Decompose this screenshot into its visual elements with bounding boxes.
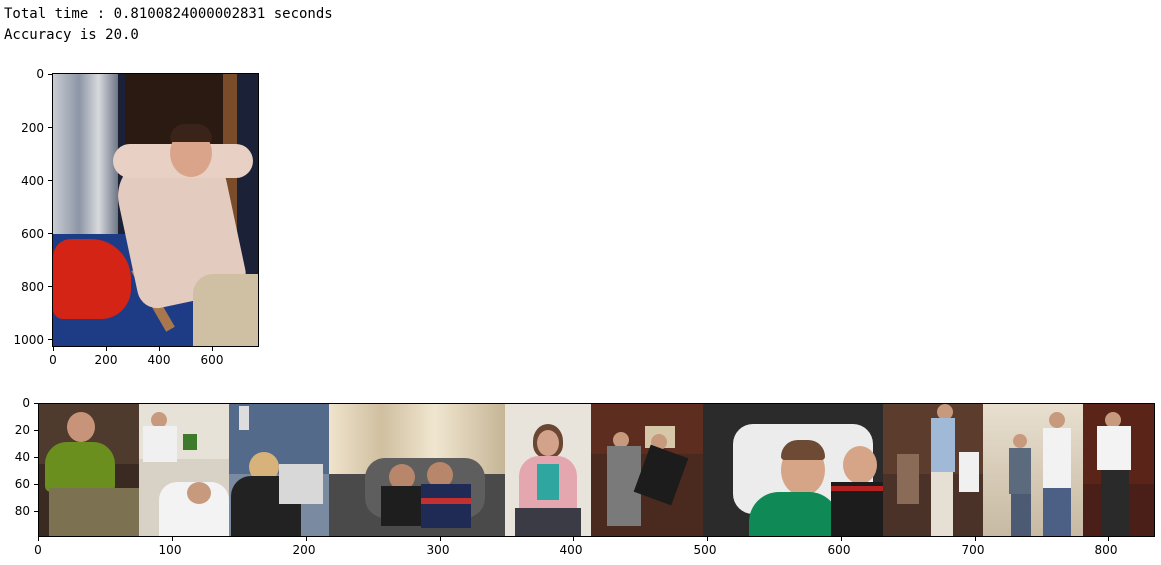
result-photo-2	[139, 404, 229, 536]
result-photo-8	[883, 404, 983, 536]
plot2-ytick-mark	[34, 430, 38, 431]
plot2-ytick-20: 20	[14, 423, 30, 437]
result-photo-4	[329, 404, 505, 536]
plot2-xtick-mark	[306, 537, 307, 541]
plot1-xtick-mark	[53, 347, 54, 351]
plot1-ytick-200: 200	[21, 121, 44, 135]
plot1-ytick-mark	[48, 127, 52, 128]
plot2-ytick-mark	[34, 457, 38, 458]
plot1-ytick-0: 0	[36, 67, 44, 81]
plot1-xtick-mark	[159, 347, 160, 351]
plot1-xtick-200: 200	[94, 353, 118, 367]
plot2-xtick-200: 200	[292, 543, 316, 557]
plot2-ytick-mark	[34, 403, 38, 404]
plot2-xtick-100: 100	[158, 543, 182, 557]
plot2-xtick-mark	[975, 537, 976, 541]
plot2-xtick-300: 300	[426, 543, 450, 557]
plot1-xtick-mark	[212, 347, 213, 351]
result-photo-5	[505, 404, 591, 536]
query-photo	[52, 73, 259, 347]
plot2-ytick-mark	[34, 484, 38, 485]
plot1-ytick-1000: 1000	[13, 333, 44, 347]
result-photo-1	[39, 404, 139, 536]
plot1-ytick-mark	[48, 339, 52, 340]
plot2-xtick-mark	[440, 537, 441, 541]
output-line-time: Total time : 0.8100824000002831 seconds	[4, 6, 333, 22]
plot2-xtick-400: 400	[559, 543, 583, 557]
result-photo-6	[591, 404, 703, 536]
plot1-xtick-0: 0	[49, 353, 57, 367]
plot2-xtick-600: 600	[827, 543, 851, 557]
plot1-ytick-400: 400	[21, 174, 44, 188]
plot2-xtick-mark	[172, 537, 173, 541]
results-strip	[38, 403, 1155, 537]
plot2-xtick-mark	[573, 537, 574, 541]
plot2-xtick-mark	[841, 537, 842, 541]
plot2-ytick-40: 40	[14, 450, 30, 464]
plot1-ytick-mark	[48, 74, 52, 75]
plot2-ytick-60: 60	[14, 477, 30, 491]
plot2-xtick-500: 500	[693, 543, 717, 557]
plot2-xtick-mark	[1108, 537, 1109, 541]
plot2-xtick-700: 700	[961, 543, 985, 557]
plot1-ytick-600: 600	[21, 227, 44, 241]
plot2-ytick-0: 0	[22, 396, 30, 410]
plot1-xtick-600: 600	[200, 353, 224, 367]
result-photo-9	[983, 404, 1083, 536]
plot2-ytick-80: 80	[14, 504, 30, 518]
plot2-xtick-800: 800	[1094, 543, 1118, 557]
result-photo-10	[1083, 404, 1154, 536]
plot2-xtick-mark	[38, 537, 39, 541]
plot2-xtick-0: 0	[34, 543, 42, 557]
plot1-ytick-mark	[48, 180, 52, 181]
plot1-ytick-mark	[48, 286, 52, 287]
plot1-ytick-800: 800	[21, 280, 44, 294]
plot2-ytick-mark	[34, 511, 38, 512]
result-photo-3	[229, 404, 329, 536]
plot1-xtick-400: 400	[147, 353, 171, 367]
result-photo-7	[703, 404, 883, 536]
output-line-accuracy: Accuracy is 20.0	[4, 27, 139, 43]
plot1-ytick-mark	[48, 233, 52, 234]
plot1-xtick-mark	[106, 347, 107, 351]
plot2-xtick-mark	[707, 537, 708, 541]
